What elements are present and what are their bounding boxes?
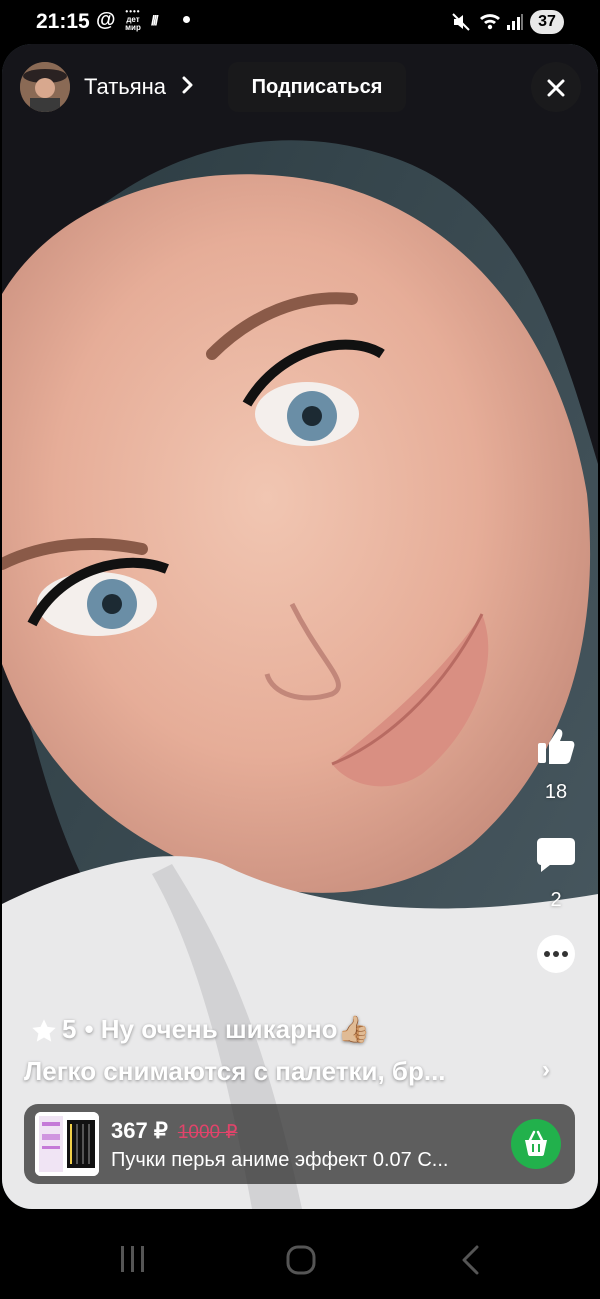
product-name: Пучки перья аниме эффект 0.07 С... <box>111 1149 449 1171</box>
rating-value: 5 <box>62 1014 77 1045</box>
subscribe-button[interactable]: Подписаться <box>228 62 406 112</box>
signal-icon <box>506 13 524 36</box>
more-action[interactable] <box>530 934 582 979</box>
comment-icon[interactable] <box>536 838 576 878</box>
review-title: 5 • Ну очень шикарно👍🏼 <box>30 1014 370 1045</box>
close-button[interactable] <box>531 62 581 112</box>
notification-dot <box>183 16 190 23</box>
avatar[interactable] <box>20 62 70 112</box>
at-notification-icon: @ <box>96 9 116 31</box>
slashes-notification-icon: /// <box>151 12 159 28</box>
close-icon <box>547 74 565 99</box>
more-icon[interactable] <box>536 935 576 978</box>
status-time: 21:15 <box>36 10 90 33</box>
author-block[interactable]: Татьяна <box>20 62 194 112</box>
likes-count: 18 <box>544 781 568 803</box>
product-price-row: 367 ₽ 1000 ₽ <box>111 1118 237 1144</box>
author-name[interactable]: Татьяна <box>84 74 166 100</box>
review-media-card[interactable]: Татьяна Подписаться 18 2 5 • Ну очень ши… <box>2 44 598 1209</box>
comments-count: 2 <box>550 889 562 911</box>
add-to-cart-button[interactable] <box>511 1119 561 1169</box>
chevron-right-icon[interactable] <box>182 74 194 100</box>
comment-action[interactable]: 2 <box>530 836 582 912</box>
nav-recents-icon[interactable] <box>119 1244 147 1279</box>
nav-back-icon[interactable] <box>458 1244 482 1281</box>
review-text: Легко снимаются с палетки, бр... <box>24 1056 446 1086</box>
product-price: 367 ₽ <box>111 1118 168 1143</box>
nav-home-icon[interactable] <box>285 1244 317 1281</box>
review-more-chevron-icon[interactable]: › <box>542 1056 550 1084</box>
status-bar: 21:15 @ •••• дет мир /// 37 <box>0 0 600 44</box>
like-icon[interactable] <box>536 729 576 770</box>
review-title-text: • Ну очень шикарно👍🏼 <box>84 1014 370 1045</box>
cart-icon <box>511 1130 561 1173</box>
battery-indicator: 37 <box>530 10 564 34</box>
star-icon <box>30 1014 58 1045</box>
wifi-icon <box>478 11 502 36</box>
system-nav-bar <box>0 1209 600 1299</box>
like-action[interactable]: 18 <box>530 726 582 804</box>
product-card[interactable]: 367 ₽ 1000 ₽ Пучки перья аниме эффект 0.… <box>24 1104 575 1184</box>
product-old-price: 1000 ₽ <box>177 1122 238 1143</box>
review-text-link[interactable]: Легко снимаются с палетки, бр... › <box>24 1056 564 1087</box>
mute-icon <box>451 12 471 37</box>
product-thumbnail <box>35 1112 99 1176</box>
detmir-notification-icon: •••• дет мир <box>122 8 144 32</box>
notif-app-line2: мир <box>125 23 141 32</box>
